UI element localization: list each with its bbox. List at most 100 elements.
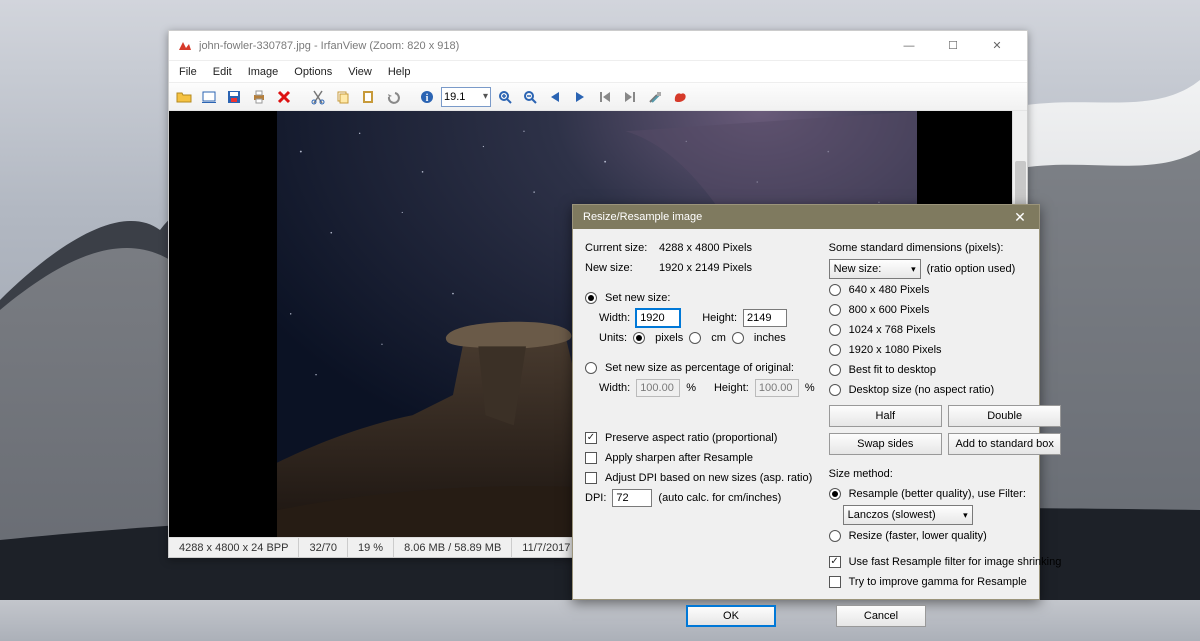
print-icon[interactable]: [248, 86, 270, 108]
minimize-button[interactable]: —: [887, 32, 931, 60]
zoom-combo[interactable]: 19.1 ▾: [441, 87, 491, 107]
menubar: File Edit Image Options View Help: [169, 61, 1027, 83]
info-icon[interactable]: i: [416, 86, 438, 108]
menu-edit[interactable]: Edit: [205, 64, 240, 80]
copy-icon[interactable]: [332, 86, 354, 108]
radio-800[interactable]: [829, 304, 841, 316]
height-label: Height:: [702, 312, 737, 324]
new-size-value: 1920 x 2149 Pixels: [659, 262, 752, 274]
dpi-label: DPI:: [585, 492, 606, 504]
menu-file[interactable]: File: [171, 64, 205, 80]
filter-select[interactable]: Lanczos (slowest) ▾: [843, 505, 973, 525]
window-title: john-fowler-330787.jpg - IrfanView (Zoom…: [199, 40, 887, 52]
bestfit-label: Best fit to desktop: [849, 364, 936, 376]
new-size-select-value: New size:: [834, 263, 882, 275]
check-adjust-dpi[interactable]: [585, 472, 597, 484]
half-button[interactable]: Half: [829, 405, 942, 427]
radio-desktop[interactable]: [829, 384, 841, 396]
ok-button[interactable]: OK: [686, 605, 776, 627]
pct-sign-2: %: [805, 382, 815, 394]
size-method-label: Size method:: [829, 468, 893, 480]
cut-icon[interactable]: [307, 86, 329, 108]
save-icon[interactable]: [223, 86, 245, 108]
fast-filter-label: Use fast Resample filter for image shrin…: [849, 556, 1062, 568]
radio-640[interactable]: [829, 284, 841, 296]
r800-label: 800 x 600 Pixels: [849, 304, 930, 316]
pct-sign-1: %: [686, 382, 696, 394]
resize-dialog: Resize/Resample image ✕ Current size:428…: [572, 204, 1040, 600]
ratio-hint: (ratio option used): [927, 263, 1016, 275]
new-size-select[interactable]: New size: ▾: [829, 259, 921, 279]
status-page: 32/70: [299, 538, 348, 557]
undo-icon[interactable]: [382, 86, 404, 108]
menu-image[interactable]: Image: [240, 64, 287, 80]
window-controls: — ☐ ✕: [887, 32, 1019, 60]
app-icon: [177, 38, 193, 54]
paste-icon[interactable]: [357, 86, 379, 108]
adjust-dpi-label: Adjust DPI based on new sizes (asp. rati…: [605, 472, 812, 484]
height-input[interactable]: [743, 309, 787, 327]
cancel-button[interactable]: Cancel: [836, 605, 926, 627]
check-improve-gamma[interactable]: [829, 576, 841, 588]
slideshow-icon[interactable]: [198, 86, 220, 108]
preserve-ratio-label: Preserve aspect ratio (proportional): [605, 432, 777, 444]
menu-help[interactable]: Help: [380, 64, 419, 80]
next-icon[interactable]: [569, 86, 591, 108]
svg-text:i: i: [426, 93, 429, 104]
toolbar: i 19.1 ▾: [169, 83, 1027, 111]
width-input[interactable]: [636, 309, 680, 327]
radio-units-pixels[interactable]: [633, 332, 645, 344]
app-mascot-icon[interactable]: [669, 86, 691, 108]
dialog-left-column: Current size:4288 x 4800 Pixels New size…: [585, 239, 815, 593]
set-new-size-label: Set new size:: [605, 292, 670, 304]
swap-sides-button[interactable]: Swap sides: [829, 433, 942, 455]
radio-units-in[interactable]: [732, 332, 744, 344]
menu-options[interactable]: Options: [286, 64, 340, 80]
window-titlebar[interactable]: john-fowler-330787.jpg - IrfanView (Zoom…: [169, 31, 1027, 61]
add-std-button[interactable]: Add to standard box: [948, 433, 1061, 455]
check-sharpen[interactable]: [585, 452, 597, 464]
dpi-hint: (auto calc. for cm/inches): [658, 492, 781, 504]
status-dimensions: 4288 x 4800 x 24 BPP: [169, 538, 299, 557]
delete-icon[interactable]: [273, 86, 295, 108]
width-label: Width:: [599, 312, 630, 324]
r1920-label: 1920 x 1080 Pixels: [849, 344, 942, 356]
settings-icon[interactable]: [644, 86, 666, 108]
maximize-button[interactable]: ☐: [931, 32, 975, 60]
prev-icon[interactable]: [544, 86, 566, 108]
radio-units-cm[interactable]: [689, 332, 701, 344]
zoom-out-icon[interactable]: [519, 86, 541, 108]
last-icon[interactable]: [619, 86, 641, 108]
dpi-input[interactable]: [612, 489, 652, 507]
dialog-titlebar[interactable]: Resize/Resample image ✕: [573, 205, 1039, 229]
zoom-in-icon[interactable]: [494, 86, 516, 108]
current-size-value: 4288 x 4800 Pixels: [659, 242, 752, 254]
double-button[interactable]: Double: [948, 405, 1061, 427]
check-fast-filter[interactable]: [829, 556, 841, 568]
radio-resample[interactable]: [829, 488, 841, 500]
radio-1920[interactable]: [829, 344, 841, 356]
set-percent-label: Set new size as percentage of original:: [605, 362, 794, 374]
pct-width-label: Width:: [599, 382, 630, 394]
radio-1024[interactable]: [829, 324, 841, 336]
filter-select-value: Lanczos (slowest): [848, 509, 936, 521]
check-preserve-ratio[interactable]: [585, 432, 597, 444]
pct-height-input[interactable]: [755, 379, 799, 397]
resize-label: Resize (faster, lower quality): [849, 530, 987, 542]
close-button[interactable]: ✕: [975, 32, 1019, 60]
radio-bestfit[interactable]: [829, 364, 841, 376]
pct-width-input[interactable]: [636, 379, 680, 397]
sharpen-label: Apply sharpen after Resample: [605, 452, 753, 464]
first-icon[interactable]: [594, 86, 616, 108]
menu-view[interactable]: View: [340, 64, 380, 80]
dialog-buttons: OK Cancel: [573, 597, 1039, 641]
radio-resize[interactable]: [829, 530, 841, 542]
radio-set-new-size[interactable]: [585, 292, 597, 304]
radio-set-percent[interactable]: [585, 362, 597, 374]
units-pixels-label: pixels: [655, 332, 683, 344]
pct-height-label: Height:: [714, 382, 749, 394]
open-icon[interactable]: [173, 86, 195, 108]
units-label: Units:: [599, 332, 627, 344]
resample-label: Resample (better quality), use Filter:: [849, 488, 1026, 500]
dialog-close-button[interactable]: ✕: [1001, 205, 1039, 229]
